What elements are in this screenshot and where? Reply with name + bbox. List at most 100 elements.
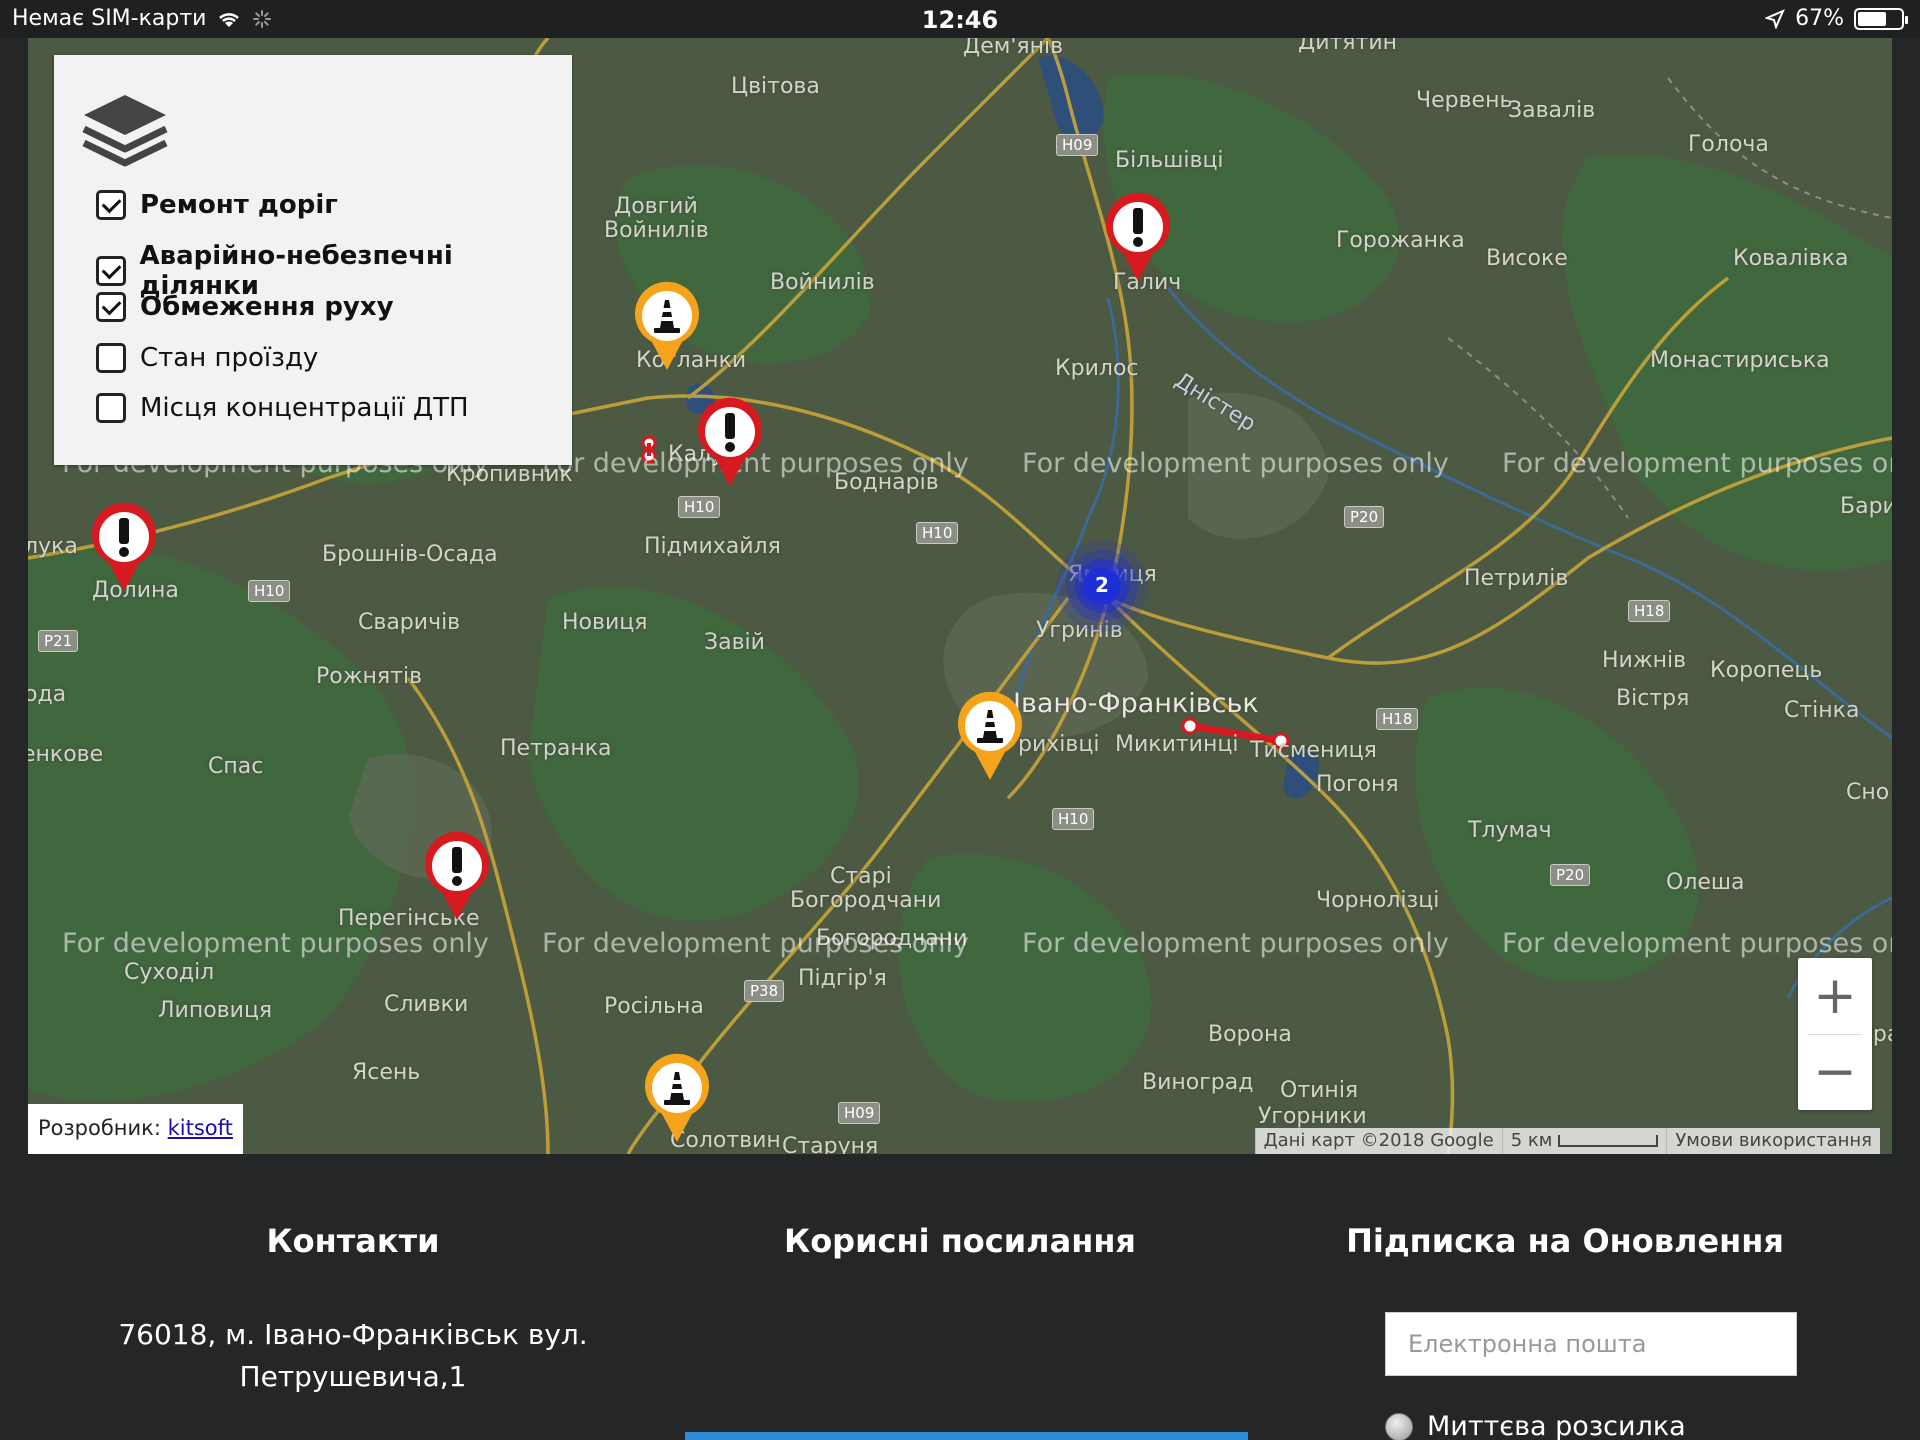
map-watermark: For development purposes only	[1022, 448, 1449, 479]
email-input[interactable]	[1385, 1312, 1797, 1376]
place-label: Високе	[1486, 246, 1568, 271]
place-label: Рожнятів	[316, 664, 423, 689]
location-arrow-icon	[1765, 8, 1786, 29]
place-label: Вістря	[1616, 686, 1690, 711]
place-label: Ковалівка	[1733, 246, 1849, 271]
place-label: Сваричів	[358, 610, 461, 635]
place-label: Сливки	[384, 992, 469, 1017]
developer-credit: Розробник: kitsoft	[28, 1104, 243, 1154]
status-bar: Немає SIM-карти 12:46 67%	[0, 0, 1920, 38]
place-label: Монастириська	[1650, 348, 1830, 373]
roadwork-marker[interactable]	[630, 280, 704, 372]
layer-checkbox[interactable]	[96, 343, 126, 373]
place-label: Богородчани	[790, 888, 942, 913]
status-right: 67%	[1765, 6, 1908, 31]
battery-fill	[1858, 11, 1886, 26]
place-label: Микитинці	[1115, 732, 1239, 757]
place-label: Ворона	[1208, 1022, 1292, 1047]
place-label: Войнилів	[770, 270, 875, 295]
layer-toggle-road-repair[interactable]: Ремонт доріг	[96, 190, 338, 220]
map-canvas[interactable]: Дем'янів Дитятин Цвітова Червень Завалів…	[28, 38, 1892, 1154]
road-badge: P21	[38, 630, 79, 652]
danger-marker[interactable]	[693, 396, 767, 488]
place-label: Олеша	[1666, 870, 1745, 895]
place-label: Отинія	[1280, 1078, 1359, 1103]
layer-label: Ремонт доріг	[140, 190, 338, 220]
layer-toggle-accident-hotspots[interactable]: Місця концентрації ДТП	[96, 393, 469, 423]
place-label: рихівці	[1018, 732, 1100, 757]
exclamation-icon	[119, 518, 129, 544]
place-label: Виноград	[1142, 1070, 1254, 1095]
address-line: Петрушевича,1	[239, 1360, 467, 1393]
layer-checkbox[interactable]	[96, 190, 126, 220]
map-watermark: For development purposes only	[62, 928, 489, 959]
place-label: Дитятин	[1298, 38, 1398, 55]
place-label: Стінка	[1784, 698, 1860, 723]
place-label: Петрилів	[1464, 566, 1569, 591]
exclamation-icon	[725, 413, 735, 439]
place-label: Бари	[1840, 494, 1892, 519]
road-badge: P20	[1550, 864, 1591, 886]
map-scale: 5 км	[1501, 1128, 1667, 1154]
battery-percent: 67%	[1795, 6, 1844, 31]
place-label: Суходіл	[124, 960, 215, 985]
zoom-in-button[interactable]: +	[1798, 958, 1872, 1034]
contacts-heading: Контакти	[266, 1222, 440, 1260]
terms-link[interactable]: Умови використання	[1666, 1128, 1880, 1154]
place-label-city: Івано-Франківськ	[1013, 688, 1259, 719]
place-label: Дем'янів	[963, 38, 1064, 59]
road-badge: H10	[1052, 808, 1095, 830]
danger-marker[interactable]	[420, 830, 494, 922]
map-watermark: For development purposes only	[542, 928, 969, 959]
place-label: Коропець	[1710, 658, 1823, 683]
layer-label: Обмеження руху	[140, 292, 394, 322]
place-label: Старі	[830, 864, 892, 889]
layer-label: Стан проїзду	[140, 343, 319, 373]
place-label: Нижнів	[1602, 648, 1687, 673]
battery-icon	[1854, 7, 1908, 30]
instant-mailing-option[interactable]: Миттєва розсилка	[1385, 1411, 1686, 1440]
map-data-credit: Дані карт ©2018 Google	[1254, 1128, 1502, 1154]
instant-mailing-radio[interactable]	[1385, 1412, 1413, 1440]
layer-toggle-traffic-restrictions[interactable]: Обмеження руху	[96, 292, 394, 322]
map-attribution: Дані карт ©2018 Google 5 км Умови викори…	[1254, 1128, 1880, 1154]
danger-marker[interactable]	[1101, 191, 1175, 283]
road-badge: H18	[1628, 600, 1671, 622]
danger-marker[interactable]	[87, 501, 161, 593]
exclamation-icon	[452, 847, 462, 873]
place-label: Голоча	[1688, 132, 1769, 157]
road-badge: H10	[248, 580, 291, 602]
developer-link[interactable]: kitsoft	[168, 1116, 233, 1140]
scale-bar	[1558, 1135, 1659, 1147]
place-label: Чорнолізці	[1316, 888, 1440, 913]
place-label: Сно	[1846, 780, 1890, 805]
place-label: Старуня	[782, 1134, 879, 1154]
subscribe-button-edge[interactable]	[685, 1432, 1248, 1440]
zoom-out-button[interactable]: −	[1798, 1034, 1872, 1110]
map-watermark: For development purposes only	[1022, 928, 1449, 959]
address-line: 76018, м. Івано-Франківськ вул.	[118, 1318, 588, 1351]
layer-toggle-road-condition[interactable]: Стан проїзду	[96, 343, 318, 373]
layer-label: Місця концентрації ДТП	[140, 393, 469, 423]
place-label: Петранка	[500, 736, 612, 761]
place-label: Підгір'я	[798, 966, 887, 991]
place-label: Погоня	[1316, 772, 1399, 797]
layer-checkbox[interactable]	[96, 292, 126, 322]
place-label: Спас	[208, 754, 264, 779]
place-label: лука	[28, 534, 78, 559]
place-label: ода	[28, 682, 67, 707]
zoom-control: + −	[1798, 958, 1872, 1110]
scale-label: 5 км	[1510, 1130, 1553, 1151]
place-label: Більшівці	[1115, 148, 1224, 173]
place-label: Войнилів	[604, 218, 709, 243]
roadwork-marker[interactable]	[953, 690, 1027, 782]
layer-checkbox[interactable]	[96, 393, 126, 423]
layers-icon[interactable]	[80, 85, 170, 167]
layer-checkbox[interactable]	[96, 256, 126, 286]
developer-label: Розробник:	[38, 1116, 161, 1140]
cluster-count: 2	[1095, 573, 1109, 597]
marker-cluster[interactable]: 2	[1054, 538, 1150, 634]
road-badge: H18	[1376, 708, 1419, 730]
roadwork-marker[interactable]	[640, 1052, 714, 1144]
place-label: Довгий	[614, 194, 698, 219]
